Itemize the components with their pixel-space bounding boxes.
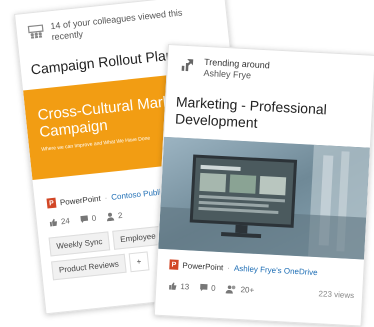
tag-weekly-sync[interactable]: Weekly Sync: [48, 231, 111, 257]
add-tag-button[interactable]: +: [128, 251, 150, 273]
comment-icon: [200, 283, 208, 292]
stats-row: 13 0 20+ 223 views: [168, 281, 354, 300]
person-icon: [107, 212, 115, 222]
likes-count: 13: [180, 281, 190, 292]
people-icon: [26, 22, 46, 42]
comments-stat[interactable]: 0: [79, 213, 97, 225]
app-name: PowerPoint: [182, 260, 224, 272]
comments-count: 0: [91, 213, 97, 223]
document-thumbnail[interactable]: [158, 136, 370, 260]
powerpoint-icon: P: [46, 197, 57, 209]
colleagues-header: 14 of your colleagues viewed this recent…: [26, 4, 217, 46]
file-meta: P PowerPoint · Ashley Frye's OneDrive: [169, 259, 318, 277]
comments-count: 0: [210, 283, 216, 293]
card-title[interactable]: Marketing - Professional Development: [175, 94, 367, 138]
stats-row: 24 0 2: [49, 211, 123, 228]
document-card-marketing-development[interactable]: Trending around Ashley Frye Marketing - …: [153, 44, 374, 327]
thumbs-up-icon: [169, 282, 177, 290]
likes-count: 24: [60, 216, 71, 227]
likes-stat[interactable]: 13: [168, 281, 189, 291]
viewers-count: 2: [117, 210, 123, 221]
file-meta: P PowerPoint · Contoso Public F: [46, 185, 172, 209]
viewers-count: 20+: [240, 285, 255, 295]
viewers-stat[interactable]: 2: [106, 211, 123, 222]
powerpoint-icon: P: [169, 259, 179, 270]
file-location-link[interactable]: Ashley Frye's OneDrive: [234, 263, 318, 276]
views-count: 223 views: [318, 289, 355, 301]
trending-header: Trending around Ashley Frye: [179, 56, 270, 83]
thumbs-up-icon: [49, 218, 57, 227]
office-photo: [158, 136, 370, 260]
comments-stat[interactable]: 0: [199, 283, 216, 293]
colleagues-viewed-text: 14 of your colleagues viewed this recent…: [49, 7, 183, 43]
tag-product-reviews[interactable]: Product Reviews: [51, 253, 127, 281]
people-icon: [225, 285, 236, 294]
app-name: PowerPoint: [59, 193, 102, 207]
trending-icon: [179, 56, 198, 75]
likes-stat[interactable]: 24: [49, 216, 71, 227]
viewers-stat[interactable]: 20+: [225, 284, 255, 295]
comment-icon: [80, 215, 89, 224]
